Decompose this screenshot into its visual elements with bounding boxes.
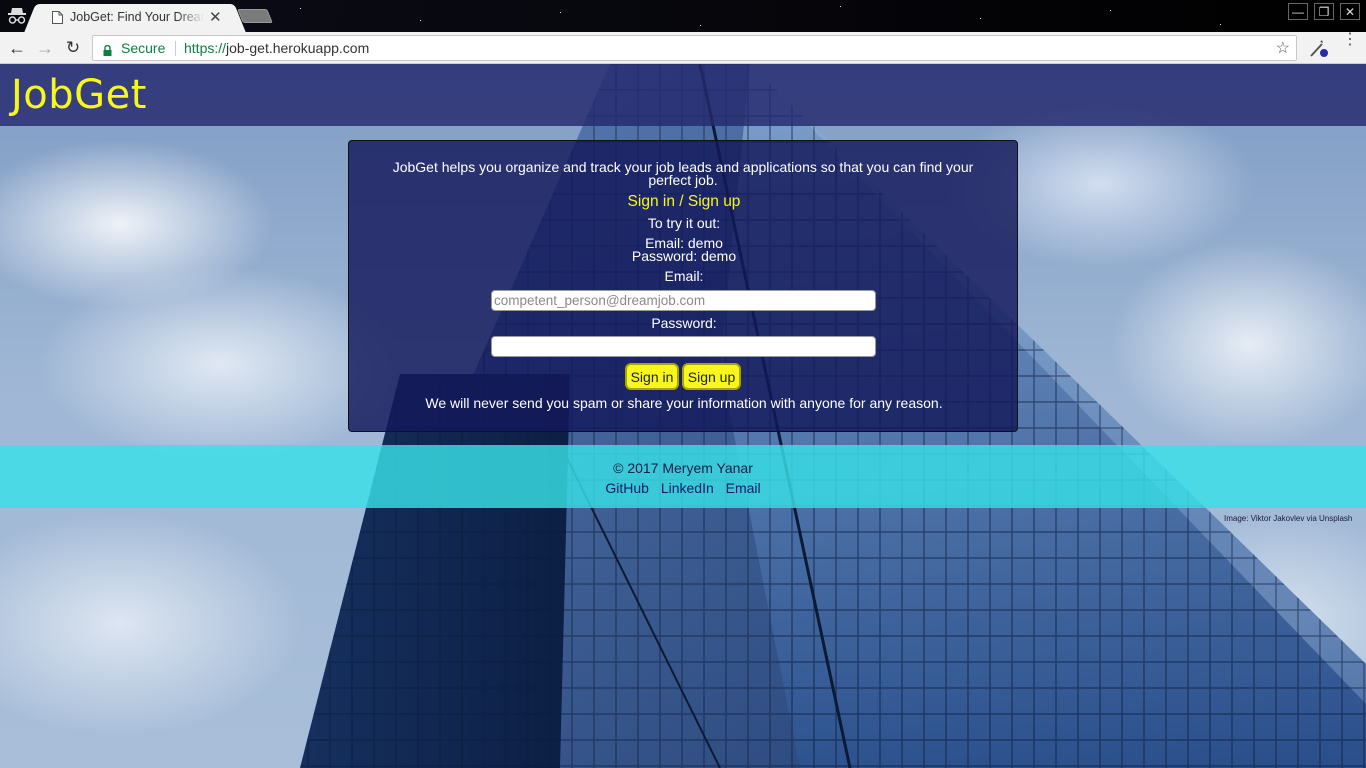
document-icon [52, 11, 63, 24]
image-credit: Image: Viktor Jakovlev via Unsplash [1224, 514, 1353, 523]
sign-in-button[interactable]: Sign in [625, 363, 679, 390]
url-scheme: https:// [184, 40, 227, 56]
github-link[interactable]: GitHub [605, 480, 649, 496]
browser-tabstrip: JobGet: Find Your Dream Job ✕ — ❐ ✕ [0, 0, 1366, 32]
background-star [1110, 10, 1111, 11]
omnibox-divider [175, 41, 176, 56]
email-link[interactable]: Email [726, 480, 761, 496]
background-star [1220, 24, 1221, 25]
forward-arrow-icon[interactable]: → [34, 38, 56, 58]
address-bar[interactable]: Secure https://job-get.herokuapp.com ☆ [92, 35, 1297, 61]
site-header: JobGet [0, 64, 1366, 126]
background-star [300, 8, 301, 9]
sign-up-button[interactable]: Sign up [682, 363, 741, 390]
email-label: Email: [664, 268, 704, 284]
signin-heading: Sign in / Sign up [627, 193, 741, 210]
intro-text: JobGet helps you organize and track your… [392, 159, 974, 188]
extension-icon[interactable] [1308, 39, 1330, 59]
copyright-text: © 2017 Meryem Yanar [613, 460, 753, 476]
background-star [560, 12, 561, 13]
linkedin-link[interactable]: LinkedIn [661, 480, 714, 496]
background-star [980, 18, 981, 19]
window-minimize-button[interactable]: — [1288, 3, 1308, 20]
incognito-icon [6, 6, 28, 26]
background-star [420, 20, 421, 21]
browser-tab[interactable]: JobGet: Find Your Dream Job ✕ [38, 4, 232, 32]
tryout-label: To try it out: [647, 215, 721, 231]
url-text[interactable]: https://job-get.herokuapp.com [184, 40, 369, 56]
secure-label: Secure [121, 40, 166, 56]
password-field[interactable] [491, 336, 876, 357]
privacy-note: We will never send you spam or share you… [425, 395, 943, 411]
background-star [840, 6, 841, 7]
reload-icon[interactable]: ↻ [62, 38, 84, 58]
signin-card: JobGet helps you organize and track your… [348, 140, 1018, 432]
browser-menu-icon[interactable]: ⋮ [1342, 32, 1358, 48]
bookmark-star-icon[interactable]: ☆ [1276, 38, 1290, 58]
browser-toolbar: ← → ↻ Secure https://job-get.herokuapp.c… [0, 32, 1366, 64]
background-star [700, 25, 701, 26]
window-restore-button[interactable]: ❐ [1314, 3, 1334, 20]
new-tab-button[interactable] [237, 9, 273, 23]
back-arrow-icon[interactable]: ← [6, 38, 28, 58]
site-logo[interactable]: JobGet [11, 72, 147, 118]
demo-password-hint: Password: demo [631, 248, 737, 264]
tab-title: JobGet: Find Your Dream Job [70, 10, 204, 24]
password-label: Password: [651, 315, 717, 331]
window-close-button[interactable]: ✕ [1340, 3, 1360, 20]
page-viewport: JobGet JobGet helps you organize and tra… [0, 64, 1366, 768]
footer-links: GitHub LinkedIn Email [0, 480, 1366, 496]
lock-icon [103, 43, 112, 56]
email-field[interactable] [491, 290, 876, 311]
url-host: job-get.herokuapp.com [226, 40, 370, 56]
site-footer: © 2017 Meryem Yanar GitHub LinkedIn Emai… [0, 445, 1366, 508]
tab-close-icon[interactable]: ✕ [209, 8, 222, 26]
